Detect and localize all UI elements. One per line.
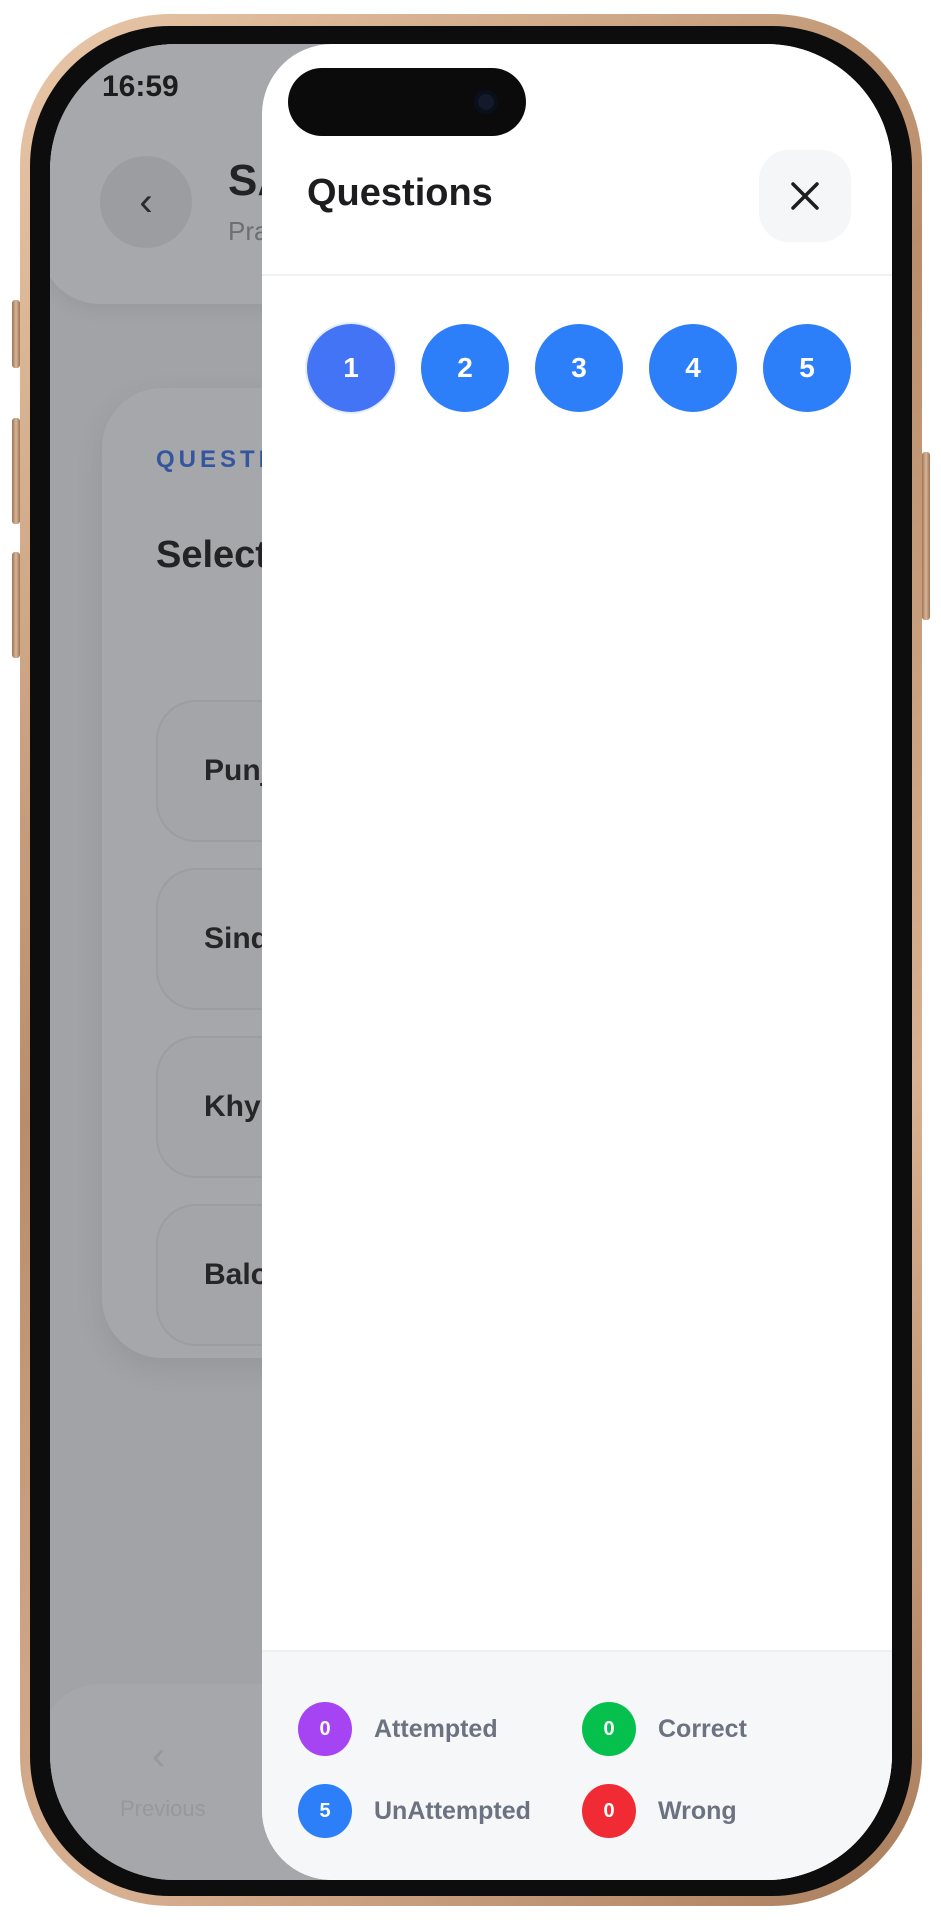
legend-wrong: 0 Wrong bbox=[582, 1784, 737, 1838]
correct-label: Correct bbox=[658, 1714, 747, 1743]
unattempted-count-badge: 5 bbox=[298, 1784, 352, 1838]
option-label: Sind bbox=[204, 922, 269, 955]
volume-down-button bbox=[12, 552, 20, 658]
correct-count-badge: 0 bbox=[582, 1702, 636, 1756]
drawer-title: Questions bbox=[307, 172, 493, 214]
wrong-count-badge: 0 bbox=[582, 1784, 636, 1838]
question-button-5[interactable]: 5 bbox=[763, 324, 851, 412]
phone-screen: 16:59 ‹ SA Pra QUESTIC Select Punj Sind … bbox=[50, 44, 892, 1880]
question-text: Select bbox=[156, 534, 268, 576]
previous-button-label[interactable]: Previous bbox=[120, 1796, 206, 1822]
legend-unattempted: 5 UnAttempted bbox=[298, 1784, 531, 1838]
option-label: Punj bbox=[204, 754, 269, 787]
question-button-4[interactable]: 4 bbox=[649, 324, 737, 412]
legend-attempted: 0 Attempted bbox=[298, 1702, 498, 1756]
wrong-label: Wrong bbox=[658, 1796, 737, 1825]
close-button[interactable] bbox=[759, 150, 851, 242]
question-grid: 1 2 3 4 5 bbox=[307, 324, 851, 412]
question-button-2[interactable]: 2 bbox=[421, 324, 509, 412]
attempted-label: Attempted bbox=[374, 1714, 498, 1743]
status-time: 16:59 bbox=[102, 70, 179, 103]
option-label: Balo bbox=[204, 1258, 270, 1291]
question-button-1[interactable]: 1 bbox=[307, 324, 395, 412]
questions-drawer: Questions 1 2 3 4 5 0 Attempted 0 Correc… bbox=[262, 44, 892, 1880]
back-button[interactable]: ‹ bbox=[100, 156, 192, 248]
attempted-count-badge: 0 bbox=[298, 1702, 352, 1756]
power-button bbox=[922, 452, 930, 620]
silent-switch bbox=[12, 300, 20, 368]
volume-up-button bbox=[12, 418, 20, 524]
close-icon bbox=[791, 182, 819, 210]
legend-correct: 0 Correct bbox=[582, 1702, 747, 1756]
status-legend: 0 Attempted 0 Correct 5 UnAttempted 0 Wr… bbox=[262, 1650, 892, 1880]
dynamic-island bbox=[288, 68, 526, 136]
question-button-3[interactable]: 3 bbox=[535, 324, 623, 412]
chevron-left-icon: ‹ bbox=[139, 179, 153, 224]
chevron-left-icon[interactable]: ‹ bbox=[152, 1734, 165, 1779]
front-camera-icon bbox=[474, 90, 498, 114]
option-label: Khyl bbox=[204, 1090, 270, 1123]
unattempted-label: UnAttempted bbox=[374, 1796, 531, 1825]
